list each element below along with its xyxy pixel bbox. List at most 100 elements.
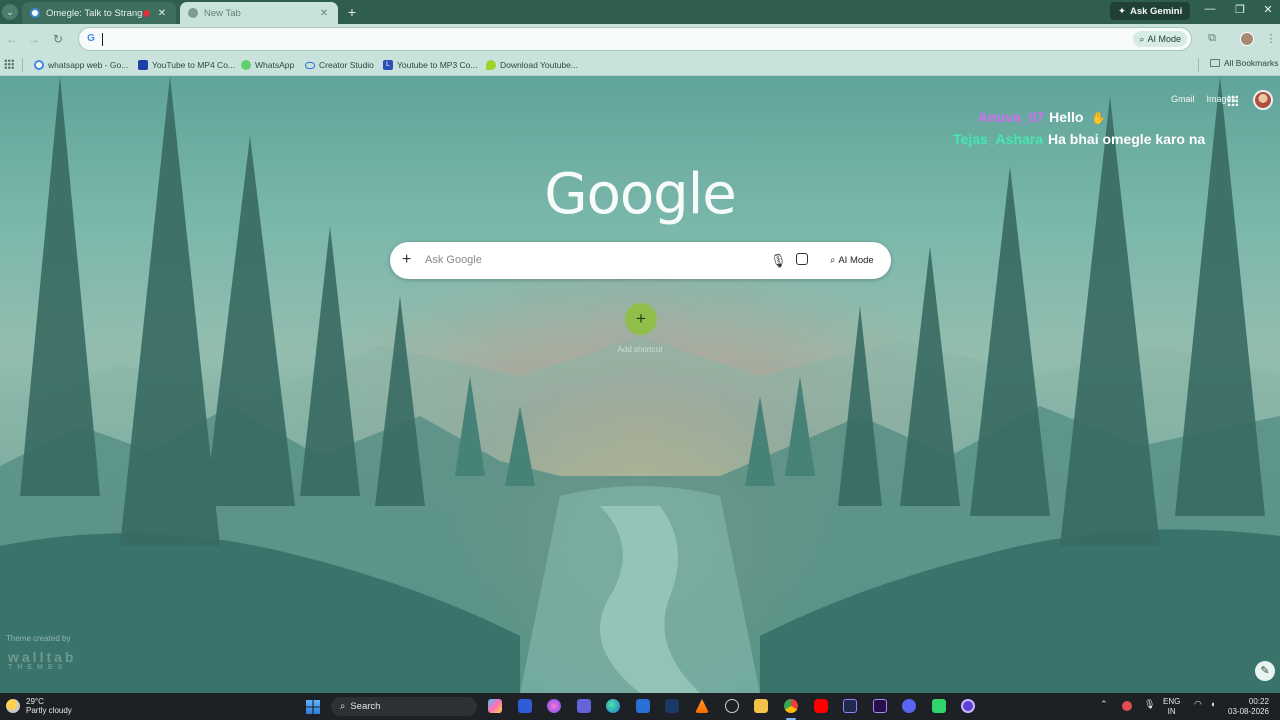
theme-logo-sub: THEMES: [8, 664, 68, 671]
tab-title: Omegle: Talk to Strangers!: [46, 7, 143, 19]
chat-message: Hello: [1049, 109, 1084, 125]
search-icon: ⌕: [340, 701, 346, 712]
wifi-icon[interactable]: ◠: [1194, 699, 1202, 710]
bookmark-item[interactable]: WhatsApp: [241, 58, 294, 72]
theme-credit: Theme created by: [6, 634, 71, 643]
bookmark-item[interactable]: whatsapp web - Go...: [34, 58, 128, 72]
google-icon: G: [87, 33, 95, 44]
recording-icon: [143, 9, 150, 17]
bookmark-label: WhatsApp: [255, 60, 295, 70]
weather-widget[interactable]: 29°C Partly cloudy: [6, 697, 72, 715]
waving-hand-icon: ✋: [1091, 111, 1107, 125]
theme-logo[interactable]: walltab THEMES: [8, 650, 76, 671]
whatsapp-icon: [241, 60, 251, 70]
google-icon: [34, 60, 44, 70]
extensions-icon[interactable]: ⧉: [1205, 32, 1219, 46]
google-apps-icon[interactable]: [1227, 95, 1238, 106]
tab-new-tab[interactable]: New Tab ✕: [180, 2, 338, 24]
arrow-left-icon: ←: [6, 32, 18, 46]
meta-icon: [305, 61, 315, 69]
language-line1: ENG: [1163, 697, 1181, 706]
app-me-icon[interactable]: [518, 699, 532, 713]
address-bar[interactable]: G ⌕ AI Mode: [78, 27, 1192, 51]
chrome-icon[interactable]: [784, 699, 798, 713]
clock-time: 00:22: [1248, 697, 1269, 706]
restore-icon: ❐: [1235, 4, 1245, 16]
system-clock[interactable]: 00:22 03-08-2026: [1228, 697, 1269, 717]
ask-gemini-button[interactable]: ✦ Ask Gemini: [1110, 2, 1191, 20]
premiere-pro-icon[interactable]: [873, 699, 887, 713]
plus-icon[interactable]: +: [402, 251, 411, 269]
restore-button[interactable]: ❐: [1228, 3, 1252, 16]
obs-icon[interactable]: [961, 699, 975, 713]
volume-icon[interactable]: ◖: [1210, 699, 1215, 709]
bookmark-label: whatsapp web - Go...: [48, 60, 129, 70]
chat-line: Tejas_Ashara Ha bhai omegle karo na: [953, 131, 1205, 147]
all-bookmarks-label: All Bookmarks: [1224, 58, 1279, 68]
taskbar-search-label: Search: [350, 701, 381, 712]
file-explorer-icon[interactable]: [754, 699, 768, 713]
gmail-link[interactable]: Gmail: [1171, 94, 1195, 104]
youtube-icon[interactable]: [814, 699, 828, 713]
language-indicator[interactable]: ENG IN: [1163, 697, 1180, 717]
discord-icon[interactable]: [902, 699, 916, 713]
reload-button[interactable]: ↻: [50, 32, 66, 46]
bookmark-item[interactable]: Download Youtube...: [486, 58, 578, 72]
green-drop-icon: [486, 60, 496, 70]
ai-search-icon: ⌕: [1139, 33, 1145, 44]
apps-grid-icon[interactable]: [4, 59, 14, 69]
new-tab-button[interactable]: +: [345, 4, 359, 20]
widgets-app-icon[interactable]: [488, 699, 502, 713]
omnibox-ai-mode-button[interactable]: ⌕ AI Mode: [1133, 31, 1187, 47]
clock-date: 03-08-2026: [1228, 707, 1269, 716]
close-window-button[interactable]: ✕: [1256, 3, 1280, 16]
weather-temp: 29°C: [26, 697, 44, 706]
blue-doc-icon: [138, 60, 148, 70]
chevron-up-icon[interactable]: ⌃: [1100, 699, 1108, 710]
add-shortcut-label: Add shortcut: [617, 345, 663, 354]
account-avatar[interactable]: [1253, 90, 1273, 110]
add-shortcut-button[interactable]: +: [625, 303, 657, 335]
gaming-app-icon[interactable]: [932, 699, 946, 713]
windows-start-icon[interactable]: [306, 700, 320, 714]
bookmark-item[interactable]: YouTube to MP4 Co...: [138, 58, 235, 72]
microphone-icon[interactable]: 🎙: [770, 253, 787, 269]
bookmark-item[interactable]: Creator Studio: [305, 58, 374, 72]
minimize-button[interactable]: —: [1198, 3, 1222, 15]
menu-icon[interactable]: ⋮: [1264, 32, 1278, 46]
steam-icon[interactable]: [665, 699, 679, 713]
ntp-search-box[interactable]: + Ask Google 🎙 ⌕ AI Mode: [390, 242, 891, 279]
back-button[interactable]: ←: [4, 32, 20, 46]
edge-icon[interactable]: [606, 699, 620, 713]
clock-app-icon[interactable]: [725, 699, 739, 713]
forward-button[interactable]: →: [26, 32, 42, 46]
tab-omegle[interactable]: Omegle: Talk to Strangers! ✕: [22, 2, 176, 24]
omegle-favicon-icon: [30, 8, 40, 18]
close-icon[interactable]: ✕: [156, 8, 168, 19]
weather-condition: Partly cloudy: [26, 706, 72, 715]
google-lens-icon[interactable]: [796, 253, 808, 265]
teams-icon[interactable]: [577, 699, 591, 713]
divider: [1198, 58, 1199, 72]
new-tab-page: Gmail Images Anuva_07 Hello ✋ Tejas_Ashar…: [0, 76, 1280, 693]
copilot-icon[interactable]: [547, 699, 561, 713]
close-icon[interactable]: ✕: [318, 8, 330, 19]
microphone-icon[interactable]: 🎙: [1144, 699, 1155, 710]
vlc-icon[interactable]: [695, 699, 709, 713]
taskbar-search[interactable]: ⌕ Search: [331, 697, 477, 716]
store-icon[interactable]: [636, 699, 650, 713]
plus-icon: +: [347, 4, 357, 20]
ai-mode-label: AI Mode: [1147, 34, 1181, 44]
all-bookmarks-button[interactable]: All Bookmarks: [1210, 58, 1278, 68]
profile-avatar[interactable]: [1240, 32, 1254, 46]
l-icon: L: [383, 60, 393, 70]
minimize-icon: —: [1204, 3, 1216, 15]
ai-mode-button[interactable]: ⌕ AI Mode: [824, 250, 880, 270]
bookmark-item[interactable]: L Youtube to MP3 Co...: [383, 58, 478, 72]
tab-search-button[interactable]: ⌄: [2, 4, 18, 20]
chevron-down-icon: ⌄: [6, 6, 14, 17]
plus-icon: +: [636, 309, 646, 328]
tray-app-icon[interactable]: [1122, 701, 1132, 711]
customize-chrome-button[interactable]: ✎: [1255, 661, 1275, 681]
premiere-rush-icon[interactable]: [843, 699, 857, 713]
